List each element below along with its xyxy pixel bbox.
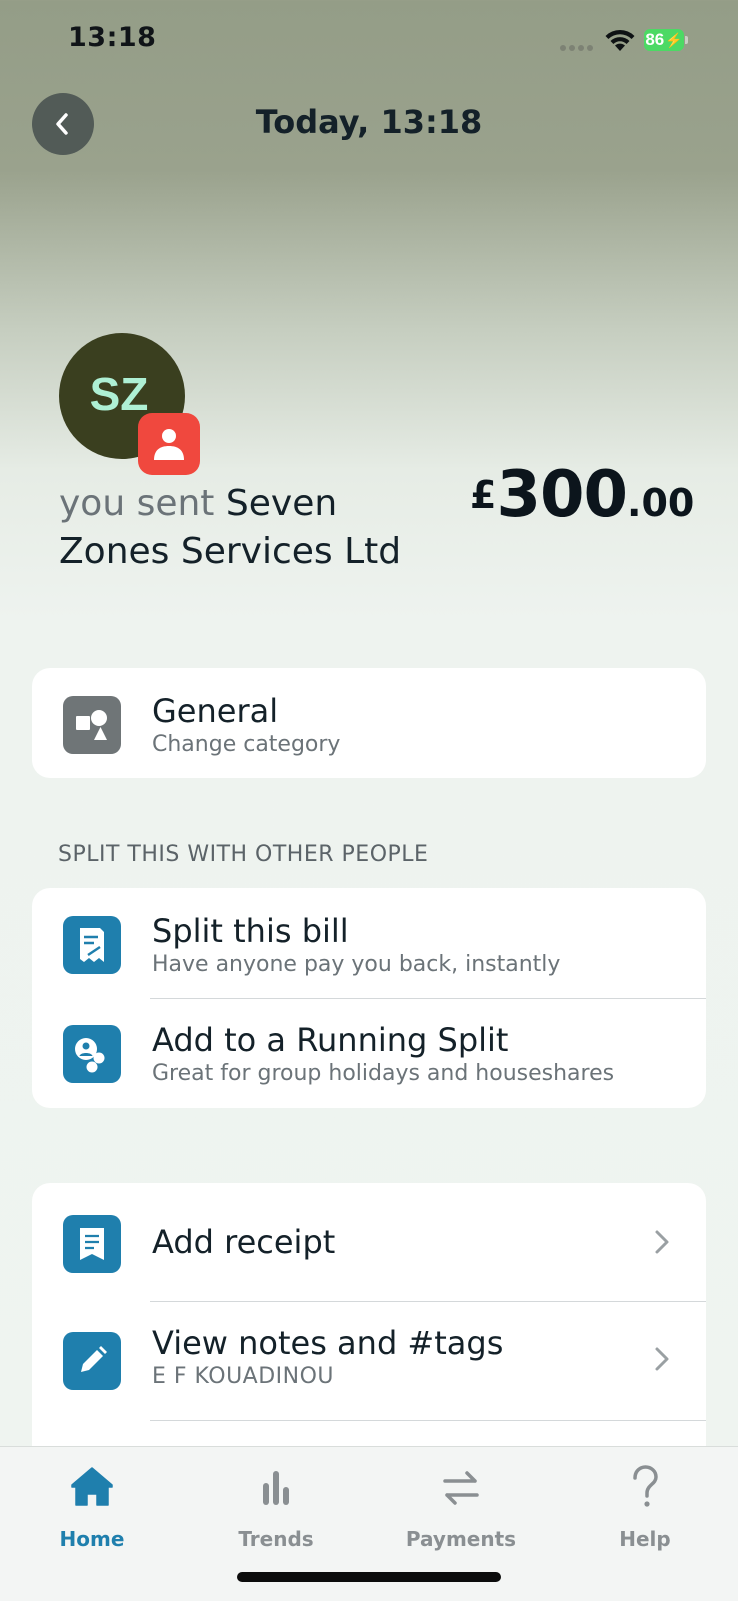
amount-currency: £ — [470, 473, 497, 517]
tab-help-label: Help — [619, 1527, 671, 1551]
question-mark-icon — [633, 1465, 658, 1507]
running-split-title: Add to a Running Split — [152, 1021, 509, 1059]
notes-tags-title: View notes and #tags — [152, 1324, 504, 1362]
divider — [150, 1420, 706, 1421]
amount-major: 300 — [496, 458, 628, 532]
tab-help[interactable]: Help — [575, 1447, 715, 1557]
person-icon — [154, 429, 184, 460]
contact-badge — [138, 413, 200, 475]
sent-prefix: you sent — [59, 483, 215, 524]
transaction-description: you sent Seven Zones Services Ltd — [59, 480, 429, 576]
home-icon — [71, 1467, 113, 1506]
add-receipt-row[interactable]: Add receipt — [32, 1183, 706, 1301]
group-split-icon — [63, 1025, 121, 1083]
tab-home-label: Home — [59, 1527, 125, 1551]
tab-payments[interactable]: Payments — [391, 1447, 531, 1557]
avatar-initials: SZ — [89, 368, 149, 420]
tab-trends-label: Trends — [238, 1527, 314, 1551]
running-split-subtitle: Great for group holidays and houseshares — [152, 1061, 615, 1086]
split-bill-row[interactable]: Split this bill Have anyone pay you back… — [32, 888, 706, 998]
bar-chart-icon — [263, 1471, 289, 1505]
tab-payments-label: Payments — [405, 1527, 517, 1551]
chevron-right-icon — [655, 1230, 669, 1254]
category-row[interactable]: General Change category — [32, 668, 706, 778]
home-indicator[interactable] — [237, 1572, 501, 1582]
split-card: Split this bill Have anyone pay you back… — [32, 888, 706, 1108]
actions-card: Add receipt View notes and #tags E F KOU… — [32, 1183, 706, 1473]
split-section-label: SPLIT THIS WITH OTHER PEOPLE — [58, 842, 429, 867]
tab-trends[interactable]: Trends — [206, 1447, 346, 1557]
category-title: General — [152, 692, 279, 730]
split-bill-subtitle: Have anyone pay you back, instantly — [152, 952, 561, 977]
shapes-icon — [63, 696, 121, 754]
category-subtitle: Change category — [152, 732, 341, 757]
cellular-signal-icon — [560, 45, 593, 51]
pencil-icon — [63, 1332, 121, 1390]
battery-level: 86 — [645, 30, 665, 49]
wifi-icon — [605, 29, 635, 51]
category-card[interactable]: General Change category — [32, 668, 706, 778]
battery-icon: 86 ⚡ — [644, 29, 690, 51]
running-split-row[interactable]: Add to a Running Split Great for group h… — [32, 999, 706, 1108]
notes-tags-subtitle: E F KOUADINOU — [152, 1364, 335, 1389]
receipt-icon — [63, 1215, 121, 1273]
page-title: Today, 13:18 — [255, 103, 483, 141]
transaction-amount: £300.00 — [470, 458, 694, 532]
transfer-arrows-icon — [443, 1471, 479, 1505]
split-bill-title: Split this bill — [152, 912, 349, 950]
notes-tags-row[interactable]: View notes and #tags E F KOUADINOU — [32, 1302, 706, 1420]
amount-minor: .00 — [627, 481, 695, 525]
tab-home[interactable]: Home — [22, 1447, 162, 1557]
receipt-split-icon — [63, 916, 121, 974]
status-time: 13:18 — [68, 22, 157, 53]
add-receipt-title: Add receipt — [152, 1223, 336, 1261]
chevron-right-icon — [655, 1347, 669, 1371]
